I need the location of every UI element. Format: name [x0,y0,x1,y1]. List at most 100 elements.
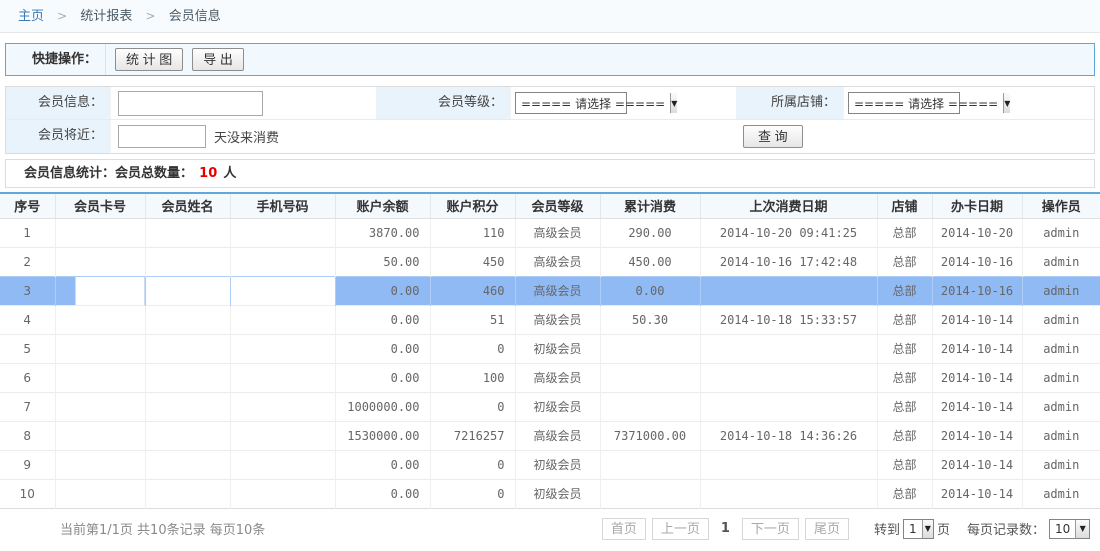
next-page-button[interactable]: 下一页 [742,518,799,540]
cell-op: admin [1022,276,1100,305]
cell-seq: 8 [0,421,55,450]
days-suffix-label: 天没来消费 [214,127,279,146]
cell-points: 7216257 [430,421,515,450]
column-header-open-date: 办卡日期 [932,193,1022,218]
cell-points: 0 [430,334,515,363]
table-row[interactable]: 90.000初级会员总部2014-10-14admin [0,450,1100,479]
cell-phone [230,450,335,479]
cell-card [55,479,145,508]
export-button[interactable]: 导 出 [192,48,244,71]
stats-bar: 会员信息统计：会员总数量： 10 人 [5,159,1095,188]
member-level-select[interactable]: ===== 请选择 ===== ▼ [515,92,627,114]
table-row[interactable]: 60.00100高级会员总部2014-10-14admin [0,363,1100,392]
cell-seq: 9 [0,450,55,479]
cell-phone [230,479,335,508]
cell-last: 2014-10-18 14:36:26 [700,421,877,450]
cell-phone [230,218,335,247]
cell-last [700,363,877,392]
cell-level: 初级会员 [515,392,600,421]
cell-balance: 1000000.00 [335,392,430,421]
cell-balance: 50.00 [335,247,430,276]
cell-card [55,334,145,363]
cell-balance: 0.00 [335,479,430,508]
cell-level: 初级会员 [515,479,600,508]
chevron-down-icon: ▼ [670,93,677,113]
cell-op: admin [1022,450,1100,479]
table-row[interactable]: 250.00450高级会员450.002014-10-16 17:42:48总部… [0,247,1100,276]
cell-op: admin [1022,392,1100,421]
cell-card [55,421,145,450]
last-page-button[interactable]: 尾页 [805,518,849,540]
cell-phone [230,334,335,363]
prev-page-button[interactable]: 上一页 [652,518,709,540]
days-input[interactable] [118,125,206,148]
cell-op: admin [1022,305,1100,334]
cell-points: 460 [430,276,515,305]
cell-open: 2014-10-14 [932,363,1022,392]
cell-op: admin [1022,247,1100,276]
table-header-row: 序号 会员卡号 会员姓名 手机号码 账户余额 账户积分 会员等级 累计消费 上次… [0,193,1100,218]
cell-card [55,218,145,247]
goto-page-select[interactable]: 1 ▼ [903,519,934,539]
cell-open: 2014-10-14 [932,305,1022,334]
cell-level: 高级会员 [515,276,600,305]
cell-last [700,334,877,363]
table-row[interactable]: 71000000.000初级会员总部2014-10-14admin [0,392,1100,421]
cell-total: 290.00 [600,218,700,247]
quick-actions-label: 快捷操作： [6,44,106,75]
table-row[interactable]: 30.00460高级会员0.00总部2014-10-16admin [0,276,1100,305]
current-page-number: 1 [721,521,730,536]
cell-last [700,276,877,305]
cell-open: 2014-10-16 [932,276,1022,305]
member-info-input[interactable] [118,91,263,116]
store-select[interactable]: ===== 请选择 ===== ▼ [848,92,960,114]
cell-seq: 3 [0,276,55,305]
table-row[interactable]: 50.000初级会员总部2014-10-14admin [0,334,1100,363]
member-info-label: 会员信息： [6,87,111,119]
cell-name [145,450,230,479]
cell-open: 2014-10-20 [932,218,1022,247]
cell-balance: 0.00 [335,276,430,305]
column-header-phone: 手机号码 [230,193,335,218]
cell-op: admin [1022,421,1100,450]
cell-store: 总部 [877,247,932,276]
cell-balance: 0.00 [335,450,430,479]
table-row[interactable]: 13870.00110高级会员290.002014-10-20 09:41:25… [0,218,1100,247]
breadcrumb-reports-link[interactable]: 统计报表 [80,9,132,24]
cell-store: 总部 [877,218,932,247]
cell-op: admin [1022,479,1100,508]
column-header-operator: 操作员 [1022,193,1100,218]
cell-total [600,363,700,392]
cell-phone [230,392,335,421]
chart-button[interactable]: 统 计 图 [115,48,183,71]
cell-name [145,218,230,247]
cell-seq: 7 [0,392,55,421]
breadcrumb: 主页 > 统计报表 > 会员信息 [0,0,1100,33]
store-label: 所属店铺： [736,87,844,119]
cell-card [55,450,145,479]
cell-name [145,305,230,334]
breadcrumb-home-link[interactable]: 主页 [18,9,44,24]
cell-balance: 0.00 [335,334,430,363]
table-row[interactable]: 100.000初级会员总部2014-10-14admin [0,479,1100,508]
cell-level: 高级会员 [515,421,600,450]
cell-op: admin [1022,363,1100,392]
cell-phone [230,276,335,305]
filter-box: 会员信息： 会员等级： ===== 请选择 ===== ▼ 所属店铺： ====… [5,86,1095,154]
page-summary: 当前第1/1页 共10条记录 每页10条 [60,519,265,538]
search-button[interactable]: 查 询 [743,125,803,148]
cell-phone [230,363,335,392]
per-page-select[interactable]: 10 ▼ [1049,519,1090,539]
cell-name [145,479,230,508]
cell-open: 2014-10-16 [932,247,1022,276]
member-table-body: 13870.00110高级会员290.002014-10-20 09:41:25… [0,218,1100,508]
column-header-member-name: 会员姓名 [145,193,230,218]
cell-seq: 2 [0,247,55,276]
cell-store: 总部 [877,392,932,421]
filter-row-1: 会员信息： 会员等级： ===== 请选择 ===== ▼ 所属店铺： ====… [6,87,1094,120]
chevron-down-icon: ▼ [1075,520,1089,538]
table-row[interactable]: 40.0051高级会员50.302014-10-18 15:33:57总部201… [0,305,1100,334]
cell-card [55,363,145,392]
first-page-button[interactable]: 首页 [602,518,646,540]
table-row[interactable]: 81530000.007216257高级会员7371000.002014-10-… [0,421,1100,450]
